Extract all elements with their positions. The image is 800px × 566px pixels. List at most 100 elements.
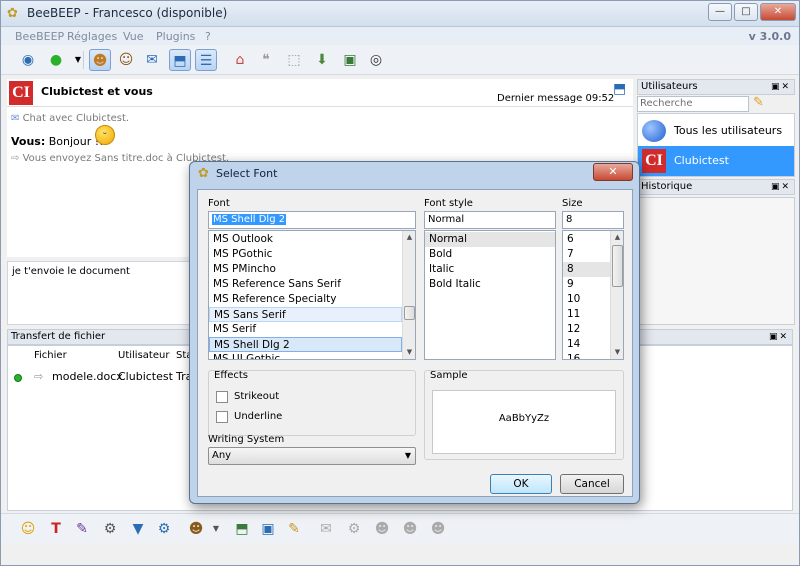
- user-search-input[interactable]: Recherche: [637, 96, 749, 112]
- size-option[interactable]: 7: [563, 247, 610, 262]
- send-file-icon[interactable]: ⬒: [231, 518, 253, 540]
- menu-beebeep[interactable]: BeeBEEP: [15, 30, 64, 43]
- group-icon[interactable]: ☻: [185, 518, 207, 540]
- gear-icon[interactable]: ⚙: [153, 518, 175, 540]
- font-size-input[interactable]: 8: [562, 211, 624, 229]
- column-header-user[interactable]: Utilisateur: [118, 350, 169, 361]
- folder-icon[interactable]: ⬚: [283, 49, 305, 71]
- scroll-thumb[interactable]: [404, 306, 415, 320]
- transfer-file-name[interactable]: modele.docx: [52, 370, 123, 383]
- dialog-close-button[interactable]: ✕: [593, 163, 633, 181]
- chat-disabled-icon: ✉: [320, 521, 332, 537]
- style-option-selected[interactable]: Normal: [425, 232, 555, 247]
- font-option-selected[interactable]: MS Shell Dlg 2: [209, 337, 402, 352]
- maximize-button[interactable]: □: [734, 3, 758, 21]
- clear-search-icon[interactable]: ✎: [753, 95, 764, 110]
- font-option[interactable]: MS Reference Specialty: [209, 292, 402, 307]
- font-option[interactable]: MS PMincho: [209, 262, 402, 277]
- title-bar: ✿ BeeBEEP - Francesco (disponible) — □ ✕: [1, 1, 799, 27]
- users-panel-header: Utilisateurs ▣✕: [637, 79, 795, 95]
- users-icon[interactable]: ☻: [89, 49, 111, 71]
- column-header-file[interactable]: Fichier: [34, 350, 67, 361]
- chat-bubbles-icon[interactable]: ✉: [141, 49, 163, 71]
- size-option[interactable]: 14: [563, 337, 610, 352]
- dialog-title: Select Font: [216, 167, 278, 180]
- scroll-thumb[interactable]: [612, 245, 623, 287]
- group-dropdown-icon[interactable]: ▼: [205, 518, 227, 540]
- menu-vue[interactable]: Vue: [123, 30, 144, 43]
- strikeout-label: Strikeout: [234, 391, 280, 402]
- font-option[interactable]: MS Serif: [209, 322, 402, 337]
- font-option[interactable]: MS Outlook: [209, 232, 402, 247]
- transfer-panel-float-close-icon[interactable]: ▣✕: [769, 330, 789, 344]
- font-size-list[interactable]: 6 7 8 9 10 11 12 14 16 ▲ ▼: [562, 230, 624, 360]
- emoticon-icon[interactable]: ☺: [17, 518, 39, 540]
- font-option[interactable]: MS Sans Serif: [209, 307, 402, 322]
- style-option[interactable]: Bold: [425, 247, 555, 262]
- file-share-icon[interactable]: ⬒: [169, 49, 191, 71]
- style-option[interactable]: Italic: [425, 262, 555, 277]
- cancel-button[interactable]: Cancel: [560, 474, 624, 494]
- font-option[interactable]: MS Reference Sans Serif: [209, 277, 402, 292]
- writing-system-select[interactable]: Any ▼: [208, 447, 416, 465]
- size-option[interactable]: 9: [563, 277, 610, 292]
- size-option[interactable]: 6: [563, 232, 610, 247]
- history-panel-header: Historique ▣✕: [637, 179, 795, 195]
- font-list[interactable]: MS Outlook MS PGothic MS PMincho MS Refe…: [208, 230, 416, 360]
- bee-app-icon: ✿: [7, 6, 18, 21]
- menu-plugins[interactable]: Plugins: [156, 30, 195, 43]
- main-toolbar: ◉ ● ▼ ☻ ☺ ✉ ⬒ ☰ ⌂ ❝ ⬚ ⬇ ▣ ◎: [1, 45, 799, 75]
- settings-icon[interactable]: ⚙: [99, 518, 121, 540]
- menu-help[interactable]: ?: [205, 30, 211, 43]
- style-option[interactable]: Bold Italic: [425, 277, 555, 292]
- user-item-all[interactable]: Tous les utilisateurs: [638, 116, 794, 146]
- status-dropdown-icon[interactable]: ▼: [67, 49, 89, 71]
- menu-reglages[interactable]: Réglages: [67, 30, 117, 43]
- size-option[interactable]: 11: [563, 307, 610, 322]
- minimize-button[interactable]: —: [708, 3, 732, 21]
- screen-icon[interactable]: ▣: [339, 49, 361, 71]
- transfer-status-icon: [14, 374, 22, 382]
- users-remove-disabled-icon: ☻: [430, 521, 446, 537]
- color-icon[interactable]: ✎: [71, 518, 93, 540]
- size-list-scrollbar[interactable]: ▲ ▼: [610, 231, 623, 359]
- user-item-clubictest[interactable]: CI Clubictest: [638, 146, 794, 176]
- font-name-input[interactable]: MS Shell Dlg 2: [208, 211, 416, 229]
- scroll-up-icon[interactable]: ▲: [611, 231, 623, 244]
- status-online-icon[interactable]: ●: [45, 49, 67, 71]
- font-style-list[interactable]: Normal Bold Italic Bold Italic: [424, 230, 556, 360]
- font-list-scrollbar[interactable]: ▲ ▼: [402, 231, 415, 359]
- close-button[interactable]: ✕: [760, 3, 796, 21]
- filter-icon[interactable]: ▼: [127, 518, 149, 540]
- scroll-up-icon[interactable]: ▲: [403, 231, 415, 244]
- font-label: Font: [208, 198, 230, 209]
- underline-checkbox[interactable]: [216, 411, 228, 423]
- home-icon[interactable]: ⌂: [229, 49, 251, 71]
- clear-icon[interactable]: ✎: [283, 518, 305, 540]
- scroll-down-icon[interactable]: ▼: [611, 346, 623, 359]
- quote-icon[interactable]: ❝: [255, 49, 277, 71]
- smiley-emoticon-icon: ᵕ: [95, 125, 115, 145]
- scroll-down-icon[interactable]: ▼: [403, 346, 415, 359]
- save-icon[interactable]: ▣: [257, 518, 279, 540]
- font-option[interactable]: MS UI Gothic: [209, 352, 402, 359]
- list-view-icon[interactable]: ☰: [195, 49, 217, 71]
- font-option[interactable]: MS PGothic: [209, 247, 402, 262]
- chat-window-icon[interactable]: ⬒: [613, 81, 626, 97]
- history-panel-float-close-icon[interactable]: ▣✕: [771, 180, 791, 194]
- file-type-icon: ⇨: [34, 370, 44, 383]
- font-style-input[interactable]: Normal: [424, 211, 556, 229]
- network-icon[interactable]: ◉: [17, 49, 39, 71]
- groups-icon[interactable]: ☺: [115, 49, 137, 71]
- users-panel-float-close-icon[interactable]: ▣✕: [771, 80, 791, 94]
- size-option[interactable]: 16: [563, 352, 610, 359]
- size-option[interactable]: 10: [563, 292, 610, 307]
- size-option-selected[interactable]: 8: [563, 262, 610, 277]
- strikeout-checkbox[interactable]: [216, 391, 228, 403]
- webcam-icon[interactable]: ◎: [365, 49, 387, 71]
- ok-button[interactable]: OK: [490, 474, 552, 494]
- effects-label: Effects: [214, 370, 248, 381]
- font-icon[interactable]: T: [45, 518, 67, 540]
- size-option[interactable]: 12: [563, 322, 610, 337]
- download-icon[interactable]: ⬇: [311, 49, 333, 71]
